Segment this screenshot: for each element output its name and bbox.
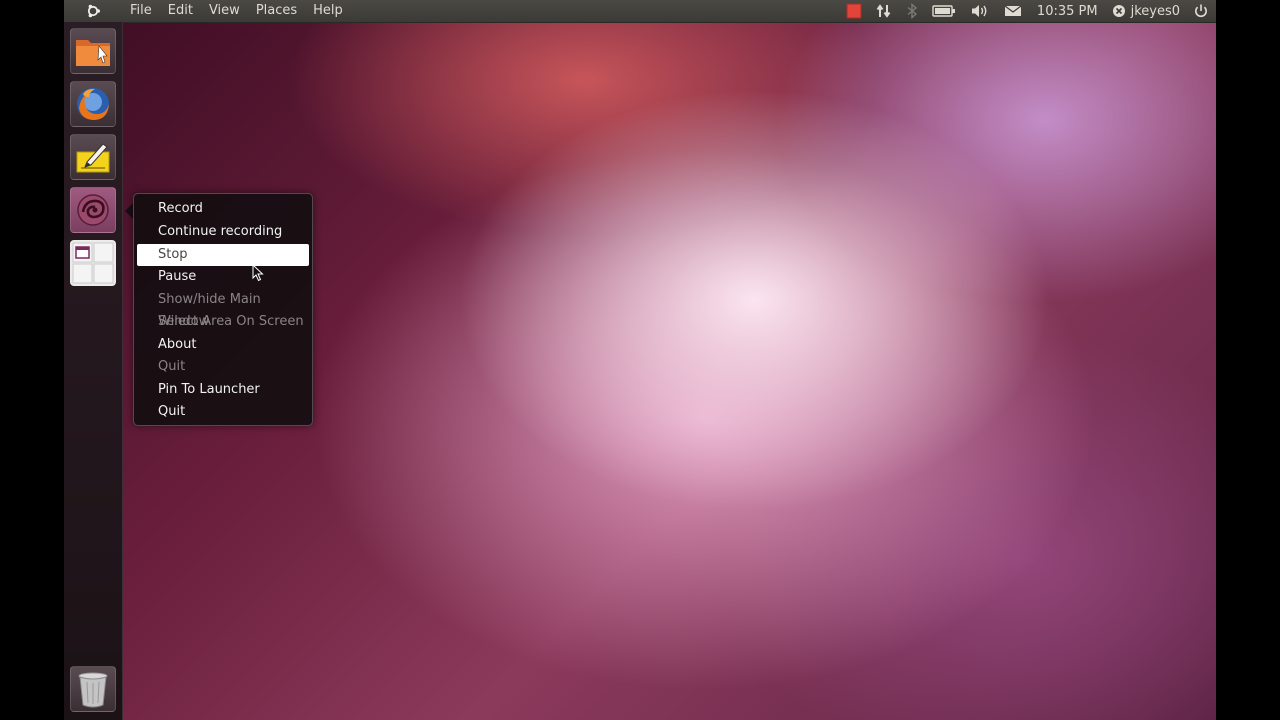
firefox-icon	[77, 88, 109, 120]
ubuntu-logo-icon[interactable]	[64, 0, 122, 22]
quicklist-item-pin-to-launcher[interactable]: Pin To Launcher	[137, 379, 309, 401]
clock[interactable]: 10:35 PM	[1029, 4, 1106, 19]
volume-icon[interactable]	[963, 0, 997, 22]
menu-places[interactable]: Places	[248, 0, 305, 22]
user-menu[interactable]: jkeyes0	[1106, 4, 1186, 19]
bluetooth-icon[interactable]	[899, 0, 925, 22]
battery-icon[interactable]	[925, 0, 963, 22]
quicklist-item-show-hide-main-window: Show/hide Main Window	[158, 292, 261, 329]
network-icon[interactable]	[869, 0, 899, 22]
quicklist-pointer	[125, 203, 133, 219]
quicklist-item-select-area: Select Area On Screen	[158, 314, 304, 329]
menubar: File Edit View Places Help	[122, 0, 351, 22]
user-name: jkeyes0	[1130, 3, 1180, 19]
menu-help[interactable]: Help	[305, 0, 351, 22]
menu-edit[interactable]: Edit	[160, 0, 201, 22]
launcher-trash[interactable]	[70, 666, 116, 712]
launcher-text-editor[interactable]	[70, 134, 116, 180]
launcher	[64, 22, 123, 720]
workspaces-icon	[72, 242, 114, 284]
record-indicator-icon[interactable]	[839, 0, 869, 22]
notepad-icon	[76, 143, 110, 173]
quicklist-item-continue-recording[interactable]: Continue recording	[137, 221, 309, 243]
quicklist-item-quit[interactable]: Quit	[137, 401, 309, 423]
quicklist-item-stop[interactable]: Stop	[137, 244, 309, 266]
user-status-icon	[1112, 5, 1125, 17]
launcher-firefox[interactable]	[70, 81, 116, 127]
launcher-home-folder[interactable]	[70, 28, 116, 74]
quicklist-item-record[interactable]: Record	[137, 198, 309, 220]
launcher-screen-recorder[interactable]	[70, 187, 116, 233]
launcher-quicklist: Record Continue recording Stop Pause Sho…	[133, 193, 313, 426]
trash-icon	[78, 672, 108, 708]
folder-icon	[76, 40, 110, 66]
launcher-workspace-switcher[interactable]	[70, 240, 116, 286]
top-panel: File Edit View Places Help 10:35 PM jkey…	[64, 0, 1216, 23]
power-icon[interactable]	[1186, 0, 1216, 22]
menu-view[interactable]: View	[201, 0, 248, 22]
mouse-cursor-icon	[252, 263, 264, 286]
mail-icon[interactable]	[997, 0, 1029, 22]
quicklist-item-about[interactable]: About	[137, 334, 309, 356]
quicklist-item-quit-disabled: Quit	[158, 359, 186, 374]
indicator-area: 10:35 PM jkeyes0	[839, 0, 1216, 22]
quicklist-item-pause[interactable]: Pause	[137, 266, 309, 288]
menu-file[interactable]: File	[122, 0, 160, 22]
recorder-icon	[77, 194, 109, 226]
desktop: File Edit View Places Help 10:35 PM jkey…	[64, 0, 1216, 720]
